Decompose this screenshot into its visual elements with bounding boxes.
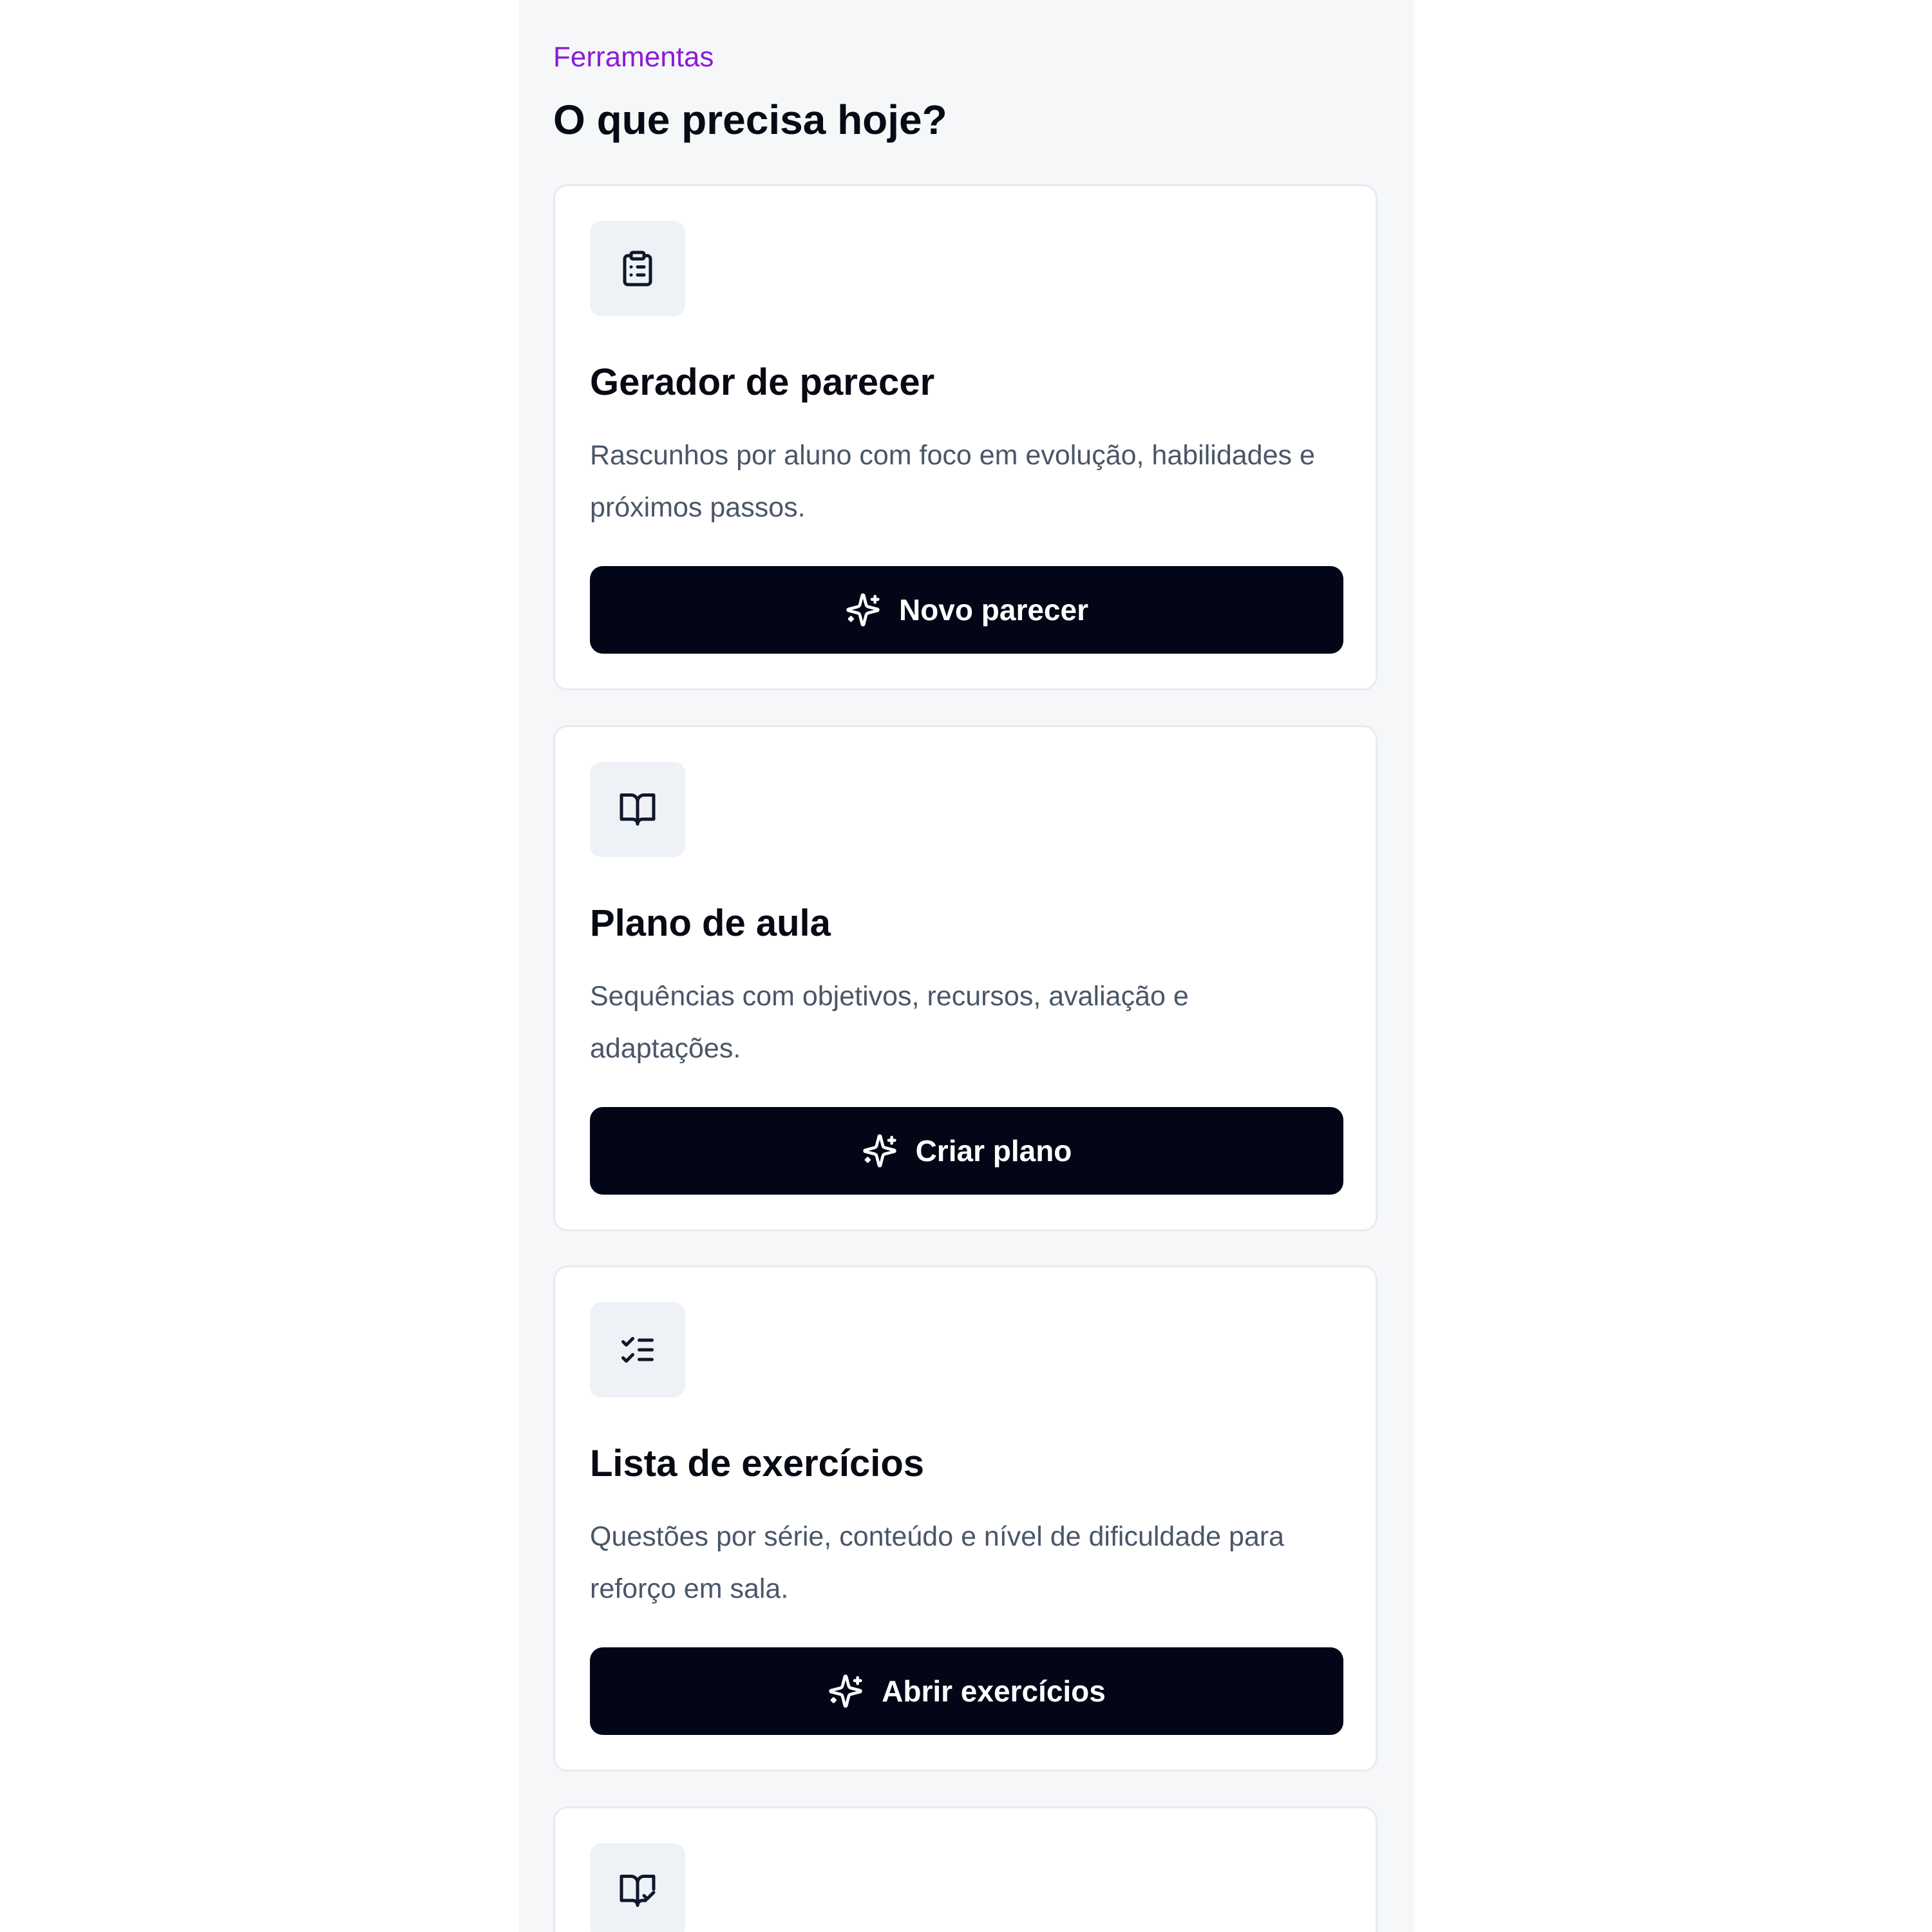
card-title: Plano de aula: [590, 902, 831, 944]
sparkles-icon: [846, 593, 880, 627]
tool-card-report-generator: Gerador de parecer Rascunhos por aluno c…: [553, 184, 1378, 690]
clipboard-list-icon: [590, 221, 685, 316]
list-checks-icon: [590, 1302, 685, 1397]
book-check-icon: [590, 1843, 685, 1932]
page-title: O que precisa hoje?: [553, 97, 947, 143]
sparkles-icon: [829, 1674, 862, 1708]
book-open-icon: [590, 762, 685, 857]
tool-card-lesson-plan: Plano de aula Sequências com objetivos, …: [553, 725, 1378, 1231]
tool-card-exercise-list: Lista de exercícios Questões por série, …: [553, 1265, 1378, 1772]
create-plan-button[interactable]: Criar plano: [590, 1107, 1343, 1195]
button-label: Abrir exercícios: [882, 1674, 1106, 1708]
section-eyebrow: Ferramentas: [553, 41, 714, 73]
button-label: Novo parecer: [898, 593, 1088, 627]
new-report-button[interactable]: Novo parecer: [590, 566, 1343, 654]
tools-page: Ferramentas O que precisa hoje? Gerador …: [519, 0, 1414, 1932]
button-label: Criar plano: [915, 1134, 1072, 1168]
card-description: Rascunhos por aluno com foco em evolução…: [590, 440, 1315, 523]
card-title: Gerador de parecer: [590, 361, 935, 403]
card-description: Sequências com objetivos, recursos, aval…: [590, 981, 1189, 1064]
sparkles-icon: [862, 1134, 896, 1168]
card-description: Questões por série, conteúdo e nível de …: [590, 1521, 1285, 1604]
open-exercises-button[interactable]: Abrir exercícios: [590, 1647, 1343, 1735]
card-title: Lista de exercícios: [590, 1443, 925, 1484]
tool-card-partial: [553, 1806, 1378, 1932]
